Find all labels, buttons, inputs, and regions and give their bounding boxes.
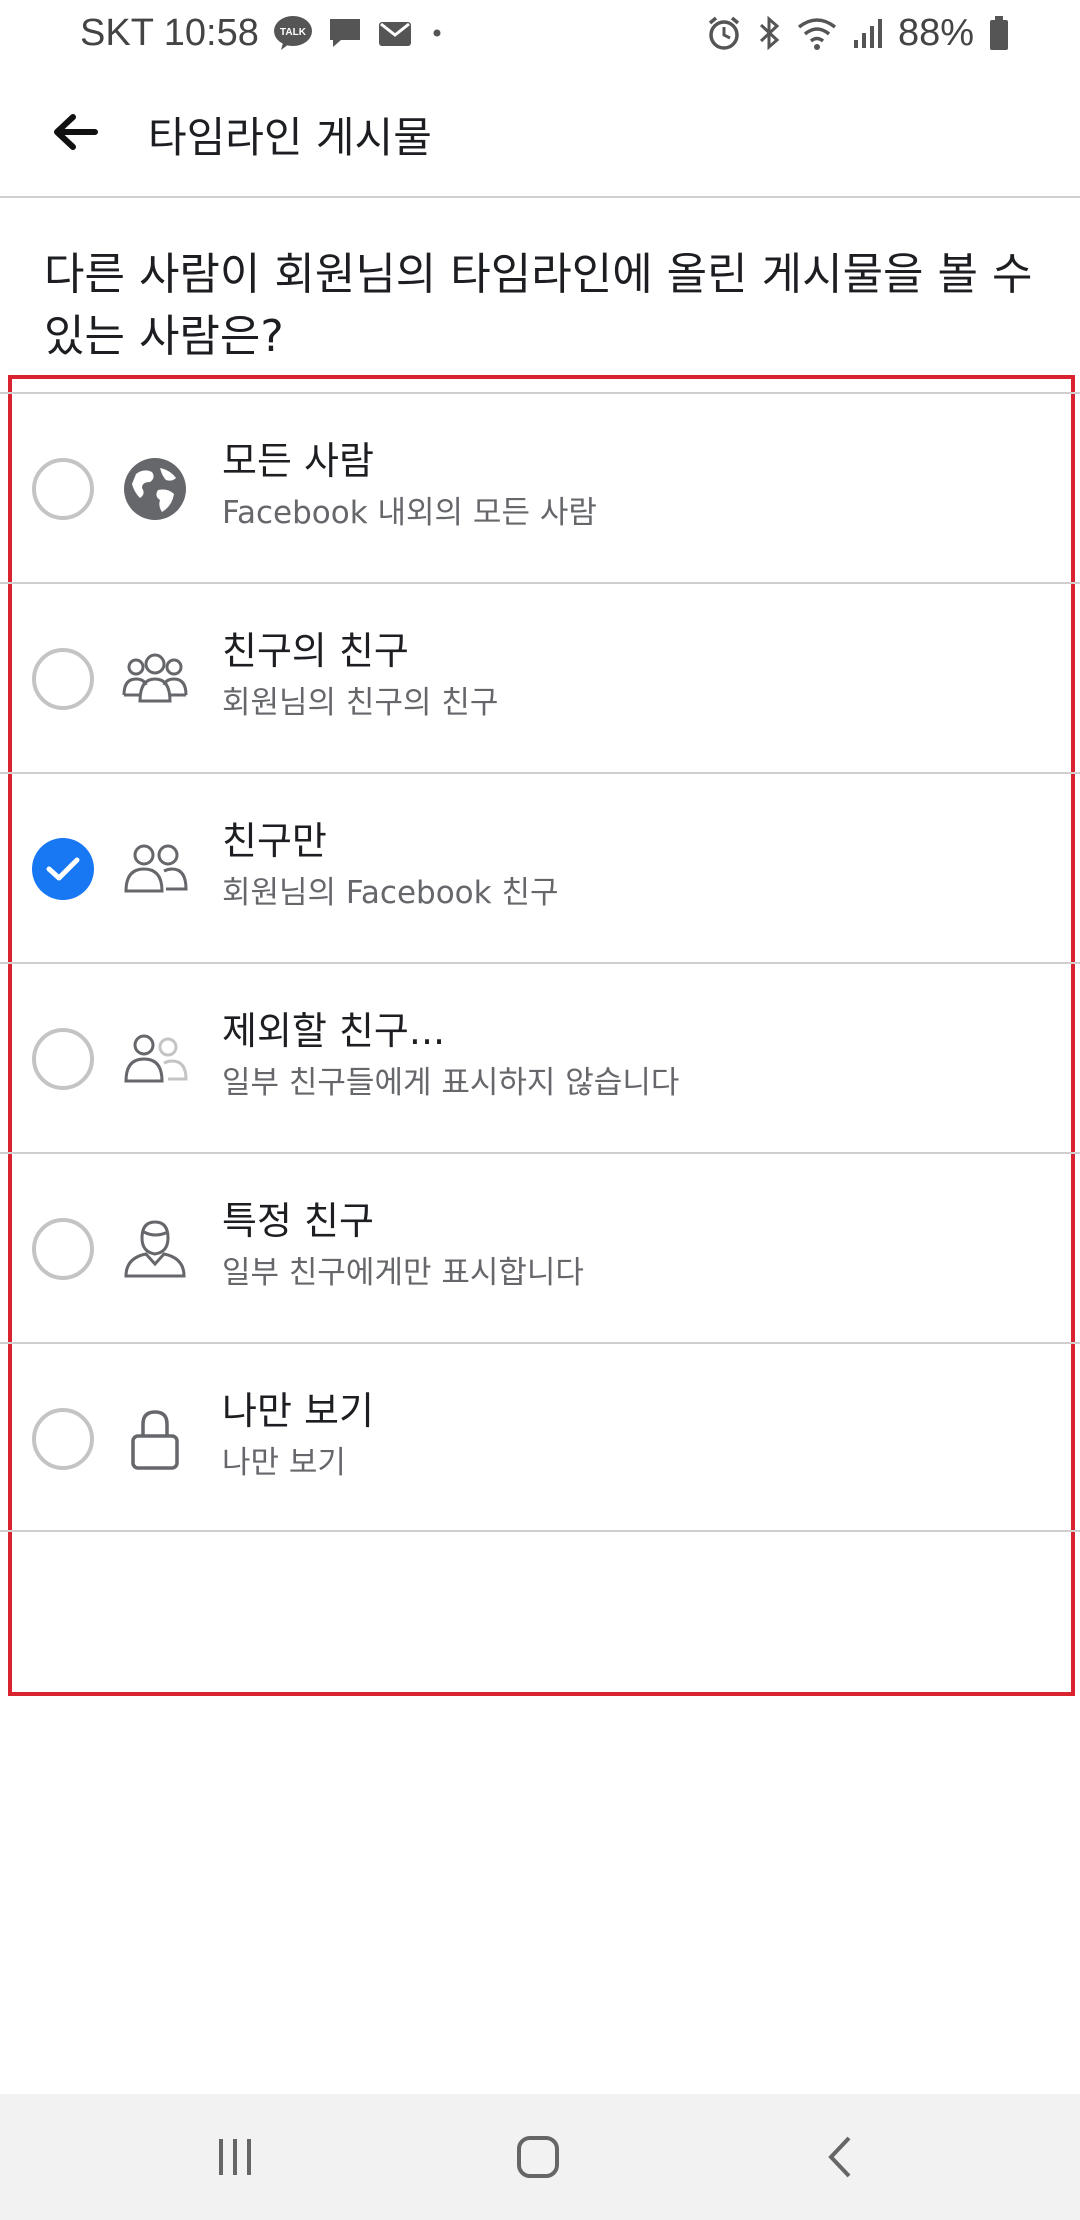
message-icon: [327, 16, 363, 50]
page-title: 타임라인 게시물: [148, 113, 432, 162]
specific-friend-icon: [122, 1216, 188, 1282]
option-friends-of-friends[interactable]: 친구의 친구 회원님의 친구의 친구: [0, 582, 1080, 772]
back-arrow-icon[interactable]: [40, 102, 110, 162]
option-everyone[interactable]: 모든 사람 Facebook 내외의 모든 사람: [0, 392, 1080, 582]
friends-icon: [122, 836, 188, 902]
option-subtitle: 일부 친구에게만 표시합니다: [222, 1255, 584, 1291]
option-title: 제외할 친구...: [222, 1009, 446, 1053]
option-subtitle: 나만 보기: [222, 1445, 346, 1481]
globe-icon: [122, 456, 188, 522]
radio-button-unchecked[interactable]: [32, 458, 94, 520]
option-text: 특정 친구 일부 친구에게만 표시합니다: [222, 1196, 584, 1296]
option-title: 나만 보기: [222, 1389, 374, 1433]
dot-icon: [427, 23, 447, 43]
option-text: 친구의 친구 회원님의 친구의 친구: [222, 626, 498, 726]
kakaotalk-icon: TALK: [273, 15, 313, 51]
option-title: 특정 친구: [222, 1199, 374, 1243]
radio-button-checked[interactable]: [32, 838, 94, 900]
battery-icon: [988, 15, 1010, 51]
friends-of-friends-icon: [122, 646, 188, 712]
wifi-icon: [796, 15, 838, 51]
option-only-me[interactable]: 나만 보기 나만 보기: [0, 1342, 1080, 1532]
system-nav-bar: [0, 2094, 1080, 2220]
radio-button-unchecked[interactable]: [32, 1028, 94, 1090]
lock-icon: [122, 1406, 188, 1472]
radio-button-unchecked[interactable]: [32, 1408, 94, 1470]
option-friends-except[interactable]: 제외할 친구... 일부 친구들에게 표시하지 않습니다: [0, 962, 1080, 1152]
option-text: 나만 보기 나만 보기: [222, 1386, 374, 1486]
mail-icon: [377, 16, 413, 50]
checkmark-icon: [46, 857, 80, 881]
back-icon[interactable]: [795, 2122, 885, 2192]
status-bar-right: 88%: [706, 8, 1010, 58]
audience-options-list: 모든 사람 Facebook 내외의 모든 사람 친구의 친구 회원님의 친구의…: [0, 392, 1080, 1532]
status-bar: SKT 10:58 TALK 88%: [0, 0, 1080, 66]
option-text: 친구만 회원님의 Facebook 친구: [222, 816, 559, 916]
status-bar-left: SKT 10:58 TALK: [80, 8, 447, 58]
option-specific-friends[interactable]: 특정 친구 일부 친구에게만 표시합니다: [0, 1152, 1080, 1342]
option-text: 모든 사람 Facebook 내외의 모든 사람: [222, 436, 597, 536]
friends-except-icon: [122, 1026, 188, 1092]
radio-button-unchecked[interactable]: [32, 1218, 94, 1280]
app-header: 타임라인 게시물: [0, 66, 1080, 198]
home-icon[interactable]: [493, 2122, 583, 2192]
option-title: 모든 사람: [222, 439, 374, 483]
option-friends[interactable]: 친구만 회원님의 Facebook 친구: [0, 772, 1080, 962]
option-subtitle: 회원님의 친구의 친구: [222, 685, 499, 721]
recent-apps-icon[interactable]: [190, 2122, 280, 2192]
option-title: 친구만: [222, 819, 327, 863]
option-subtitle: 회원님의 Facebook 친구: [222, 875, 559, 911]
option-title: 친구의 친구: [222, 629, 409, 673]
battery-percent: 88%: [897, 11, 974, 54]
option-subtitle: Facebook 내외의 모든 사람: [222, 495, 597, 531]
carrier-time: SKT 10:58: [80, 11, 259, 54]
bluetooth-icon: [756, 15, 782, 51]
talk-badge-text: TALK: [280, 27, 307, 38]
question-heading: 다른 사람이 회원님의 타임라인에 올린 게시물을 볼 수 있는 사람은?: [44, 249, 1033, 362]
option-subtitle: 일부 친구들에게 표시하지 않습니다: [222, 1065, 680, 1101]
radio-button-unchecked[interactable]: [32, 648, 94, 710]
signal-icon: [852, 16, 884, 50]
alarm-icon: [706, 15, 742, 51]
option-text: 제외할 친구... 일부 친구들에게 표시하지 않습니다: [222, 1006, 679, 1106]
